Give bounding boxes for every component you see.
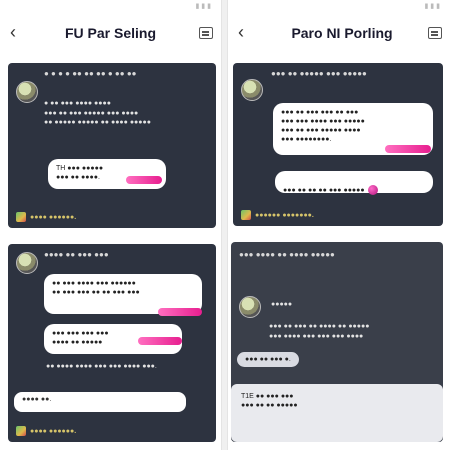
- reaction-emoji-icon[interactable]: [367, 185, 378, 195]
- post-card: ●●●● ●● ●●● ●●● ●● ●●● ●●●● ●●● ●●●●●● ●…: [8, 244, 216, 442]
- reaction-pill[interactable]: [126, 176, 162, 184]
- post-header: ●●●● ●● ●●● ●●●: [44, 250, 109, 259]
- status-bar: [0, 0, 221, 14]
- footer-badge-icon: [241, 210, 251, 220]
- quick-reply-chip[interactable]: ●●● ●● ●●● ●.: [237, 352, 299, 367]
- avatar[interactable]: [16, 252, 38, 274]
- post-body: ● ●● ●●● ●●●● ●●●● ●●● ●● ●●● ●●●●● ●●● …: [44, 100, 151, 126]
- reaction-pill[interactable]: [138, 337, 182, 345]
- right-panel: ▮▮▮ ‹ Paro NI Porling ●●● ●● ●●●●● ●●● ●…: [227, 0, 450, 450]
- post-header: ● ● ● ● ●● ●● ●● ● ●● ●●: [44, 69, 137, 78]
- post-line: ●● ●●●● ●●●● ●●● ●●● ●●●● ●●●.: [46, 363, 157, 370]
- reply-text: ●●● ●● ●● ●● ●●● ●●●●●: [283, 186, 365, 194]
- page-title: FU Par Seling: [64, 25, 157, 41]
- post-footer: ●●●●●● ●●●●●●●.: [241, 210, 314, 220]
- post-header: ●●● ●● ●●●●● ●●● ●●●●●: [271, 69, 367, 78]
- menu-icon[interactable]: [428, 27, 442, 39]
- reaction-pill[interactable]: [158, 308, 202, 316]
- post-footer: ●●●● ●●●●●●.: [16, 212, 76, 222]
- footer-text: ●●●● ●●●●●●.: [30, 427, 77, 435]
- avatar[interactable]: [239, 296, 261, 318]
- footer-text: ●●●● ●●●●●●.: [30, 213, 77, 221]
- avatar[interactable]: [241, 79, 263, 101]
- post-footer: ●●●● ●●●●●●.: [16, 426, 76, 436]
- header: ‹ Paro NI Porling: [228, 20, 450, 48]
- avatar[interactable]: [16, 81, 38, 103]
- bottom-panel-text: T1E ●● ●●● ●●● ●●● ●● ●● ●●●●●: [241, 393, 298, 409]
- left-panel: ▮▮▮ ‹ FU Par Seling ● ● ● ● ●● ●● ●● ● ●…: [0, 0, 222, 450]
- reply-bubble: ●●● ●● ●● ●● ●●● ●●●●●: [275, 171, 433, 195]
- post-card: ● ● ● ● ●● ●● ●● ● ●● ●● ● ●● ●●● ●●●● ●…: [8, 63, 216, 228]
- reaction-pill[interactable]: [385, 145, 431, 153]
- status-bar: [228, 0, 450, 14]
- reply-composer[interactable]: ●●●● ●●.: [14, 392, 186, 412]
- post-subhead: ●●●●●: [271, 301, 293, 308]
- footer-text: ●●●●●● ●●●●●●●.: [255, 211, 314, 219]
- footer-badge-icon: [16, 212, 26, 222]
- footer-badge-icon: [16, 426, 26, 436]
- page-title: Paro NI Porling: [291, 25, 393, 41]
- post-card: ●●● ●●●● ●● ●●●● ●●●●● ●●●●● ●●● ●● ●●● …: [231, 242, 443, 442]
- post-body: ●●● ●● ●●● ●● ●●●● ●● ●●●●● ●●● ●●●● ●●●…: [269, 323, 370, 340]
- status-icons: ▮▮▮: [424, 3, 442, 10]
- menu-icon[interactable]: [199, 27, 213, 39]
- bottom-panel: T1E ●● ●●● ●●● ●●● ●● ●● ●●●●●: [231, 384, 443, 442]
- reply-bubble: TH ●●● ●●●●● ●●● ●● ●●●●.: [48, 159, 166, 189]
- post-header: ●●● ●●●● ●● ●●●● ●●●●●: [239, 250, 335, 259]
- post-card: ●●● ●● ●●●●● ●●● ●●●●● ●●● ●● ●●● ●●● ●●…: [233, 63, 443, 226]
- status-icons: ▮▮▮: [195, 3, 213, 10]
- header: ‹ FU Par Seling: [0, 20, 221, 48]
